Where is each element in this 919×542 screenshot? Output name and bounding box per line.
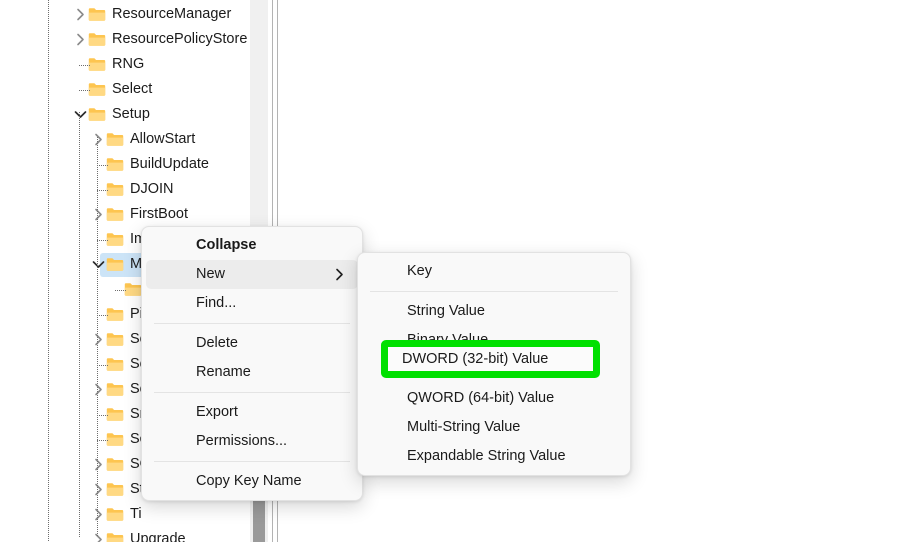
chevron-right-icon[interactable] <box>90 477 106 502</box>
tree-item-setup[interactable]: Setup <box>0 102 250 127</box>
menu-item-label: Collapse <box>196 237 257 253</box>
tree-guide-line-0 <box>48 0 49 542</box>
menu-separator <box>154 392 350 393</box>
menu-item-qword-64-bit-value[interactable]: QWORD (64-bit) Value <box>362 384 626 413</box>
tree-guide-stub-14 <box>97 365 108 366</box>
tree-item-label: ResourceManager <box>112 6 232 22</box>
menu-item-label: Permissions... <box>196 433 288 449</box>
menu-item-label: Delete <box>196 335 238 351</box>
tree-item-buildupdate[interactable]: BuildUpdate <box>0 152 250 177</box>
tree-item-upgrade[interactable]: Upgrade <box>0 527 250 542</box>
chevron-right-icon[interactable] <box>90 377 106 402</box>
menu-item-label: QWORD (64-bit) Value <box>407 390 555 406</box>
menu-item-label: Multi-String Value <box>407 419 521 435</box>
chevron-down-icon[interactable] <box>72 102 88 127</box>
tree-guide-stub-7 <box>97 190 108 191</box>
menu-item-new[interactable]: New <box>146 260 358 289</box>
menu-item-label: Expandable String Value <box>407 448 566 464</box>
menu-item-label: Rename <box>196 364 251 380</box>
tree-item-label: AllowStart <box>130 131 196 147</box>
tree-guide-stub-12 <box>97 315 108 316</box>
tree-guide-stub-6 <box>97 165 108 166</box>
tree-item-label: Upgrade <box>130 531 186 542</box>
tree-item-allowstart[interactable]: AllowStart <box>0 127 250 152</box>
folder-icon <box>106 532 125 542</box>
menu-item-label: String Value <box>407 303 485 319</box>
menu-separator <box>154 323 350 324</box>
tree-item-label: ResourcePolicyStore <box>112 31 248 47</box>
menu-separator <box>154 461 350 462</box>
menu-item-label: Find... <box>196 295 237 311</box>
menu-item-dword-32bit-value[interactable]: DWORD (32-bit) Value <box>402 347 548 371</box>
chevron-right-icon[interactable] <box>72 2 88 27</box>
tree-guide-stub-2 <box>79 65 90 66</box>
menu-item-expandable-string-value[interactable]: Expandable String Value <box>362 442 626 471</box>
tree-item-label: DJOIN <box>130 181 174 197</box>
chevron-right-icon[interactable] <box>90 527 106 542</box>
chevron-right-icon[interactable] <box>90 452 106 477</box>
menu-item-key[interactable]: Key <box>362 257 626 286</box>
menu-item-export[interactable]: Export <box>146 398 358 427</box>
tree-item-ti[interactable]: Ti <box>0 502 250 527</box>
tree-item-label: Setup <box>112 106 150 122</box>
chevron-right-icon <box>335 260 344 289</box>
tree-guide-stub-16 <box>97 415 108 416</box>
menu-item-find[interactable]: Find... <box>146 289 358 318</box>
menu-item-multi-string-value[interactable]: Multi-String Value <box>362 413 626 442</box>
menu-item-label: Export <box>196 404 238 420</box>
menu-item-rename[interactable]: Rename <box>146 358 358 387</box>
context-menu[interactable]: Collapse New Find... Delete Rename Export Perm… <box>141 226 363 501</box>
chevron-right-icon[interactable] <box>72 27 88 52</box>
tree-item-djoin[interactable]: DJOIN <box>0 177 250 202</box>
tree-item-label: FirstBoot <box>130 206 189 222</box>
tree-item-label: Select <box>112 81 153 97</box>
chevron-right-icon[interactable] <box>90 202 106 227</box>
tree-guide-stub-3 <box>79 90 90 91</box>
menu-separator <box>370 291 618 292</box>
menu-item-label: Key <box>407 263 432 279</box>
menu-item-label: New <box>196 266 226 282</box>
chevron-right-icon[interactable] <box>90 502 106 527</box>
tree-item-label: Ti <box>130 506 142 522</box>
chevron-right-icon[interactable] <box>90 327 106 352</box>
menu-item-string-value[interactable]: String Value <box>362 297 626 326</box>
tree-item-firstboot[interactable]: FirstBoot <box>0 202 250 227</box>
menu-item-delete[interactable]: Delete <box>146 329 358 358</box>
tree-item-select[interactable]: Select <box>0 77 250 102</box>
tree-item-resourcemanager[interactable]: ResourceManager <box>0 2 250 27</box>
tree-item-label: BuildUpdate <box>130 156 209 172</box>
tree-guide-stub-17 <box>97 440 108 441</box>
menu-item-label: Copy Key Name <box>196 473 302 489</box>
chevron-down-icon[interactable] <box>90 252 106 277</box>
tree-guide-stub-9 <box>97 240 108 241</box>
menu-item-permissions[interactable]: Permissions... <box>146 427 358 456</box>
tree-guide-line-2 <box>97 137 98 537</box>
tree-guide-stub-11 <box>115 290 126 291</box>
tree-item-resourcepolicystore[interactable]: ResourcePolicyStore <box>0 27 250 52</box>
tree-item-rng[interactable]: RNG <box>0 52 250 77</box>
tree-guide-line-1 <box>79 112 80 537</box>
chevron-right-icon[interactable] <box>90 127 106 152</box>
menu-item-copy-key-name[interactable]: Copy Key Name <box>146 467 358 496</box>
menu-item-collapse[interactable]: Collapse <box>146 231 358 260</box>
tree-item-label: RNG <box>112 56 145 72</box>
